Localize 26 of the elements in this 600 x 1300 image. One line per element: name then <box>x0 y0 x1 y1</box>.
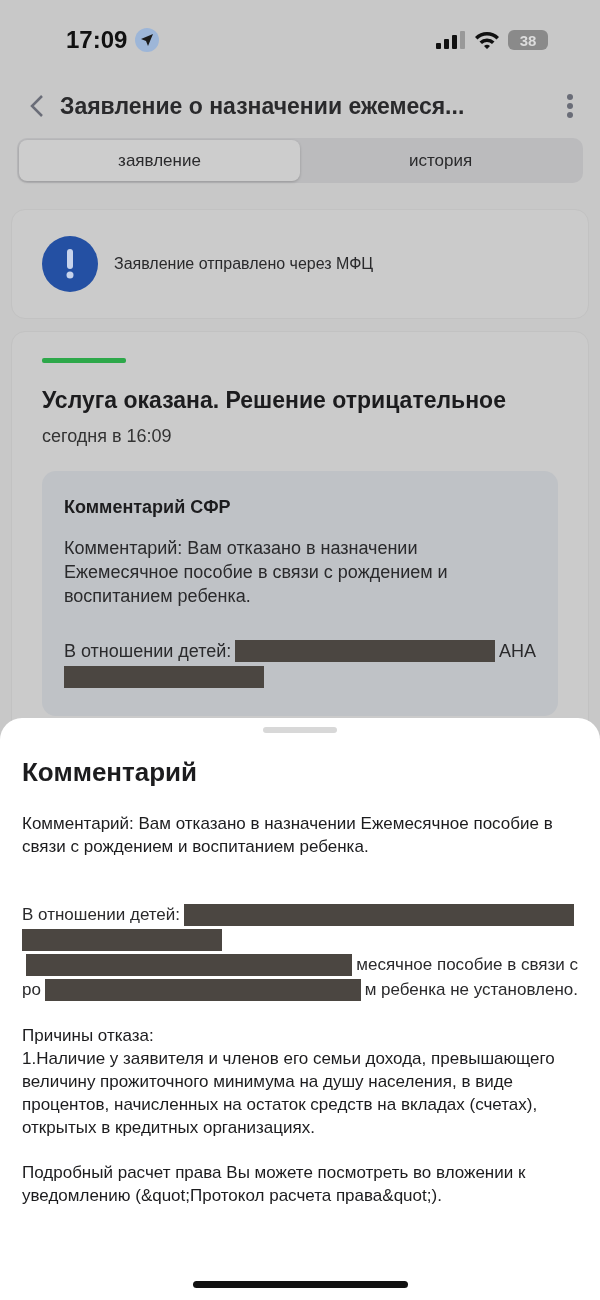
alert-icon <box>42 236 98 292</box>
page-title: Заявление о назначении ежемеся... <box>60 92 466 120</box>
back-icon[interactable] <box>30 94 44 118</box>
status-title: Услуга оказана. Решение отрицательное <box>42 387 507 414</box>
comment-text: АНА <box>499 640 536 662</box>
comment-text: В отношении детей: <box>22 904 181 925</box>
comment-text: Комментарий: Вам отказано в назначении Ежемесячное пособие в связи с рождением и воспитанием ребенка. <box>64 537 449 608</box>
sheet-title: Комментарий <box>22 757 199 788</box>
comment-text: ро <box>22 979 41 1000</box>
comment-title: Комментарий СФР <box>64 497 232 518</box>
status-time: 17:09 <box>66 26 128 54</box>
more-icon[interactable] <box>566 94 574 118</box>
battery-icon: 38 <box>508 30 548 50</box>
tab[interactable]: заявление <box>19 140 300 181</box>
comment-text: месячное пособие в связи с <box>356 954 578 975</box>
comment-text: В отношении детей: <box>64 640 232 662</box>
wifi-icon <box>474 30 500 50</box>
reasons-text: Причины отказа: 1.Наличие у заявителя и членов его семьи дохода, превышающего величину прожиточного минимума на душу населения, в виде процентов, начисленных на остаток средств на вкладах (счетах), открытых в кредитных организациях. <box>22 1025 556 1139</box>
comment-text: м ребенка не установлено. <box>364 979 578 1000</box>
signal-icon <box>436 31 466 49</box>
sheet-handle[interactable] <box>263 727 337 733</box>
tab[interactable]: история <box>300 140 581 181</box>
comment-text: Комментарий: Вам отказано в назначении Ежемесячное пособие в связи с рождением и воспитанием ребенка. <box>22 813 554 858</box>
notice-text: Заявление отправлено через МФЦ <box>114 255 374 273</box>
status-time-text: сегодня в 16:09 <box>42 426 173 447</box>
footer-text: Подробный расчет права Вы можете посмотреть во вложении к уведомлению (&quot;Протокол расчета права&quot;). <box>22 1162 527 1207</box>
